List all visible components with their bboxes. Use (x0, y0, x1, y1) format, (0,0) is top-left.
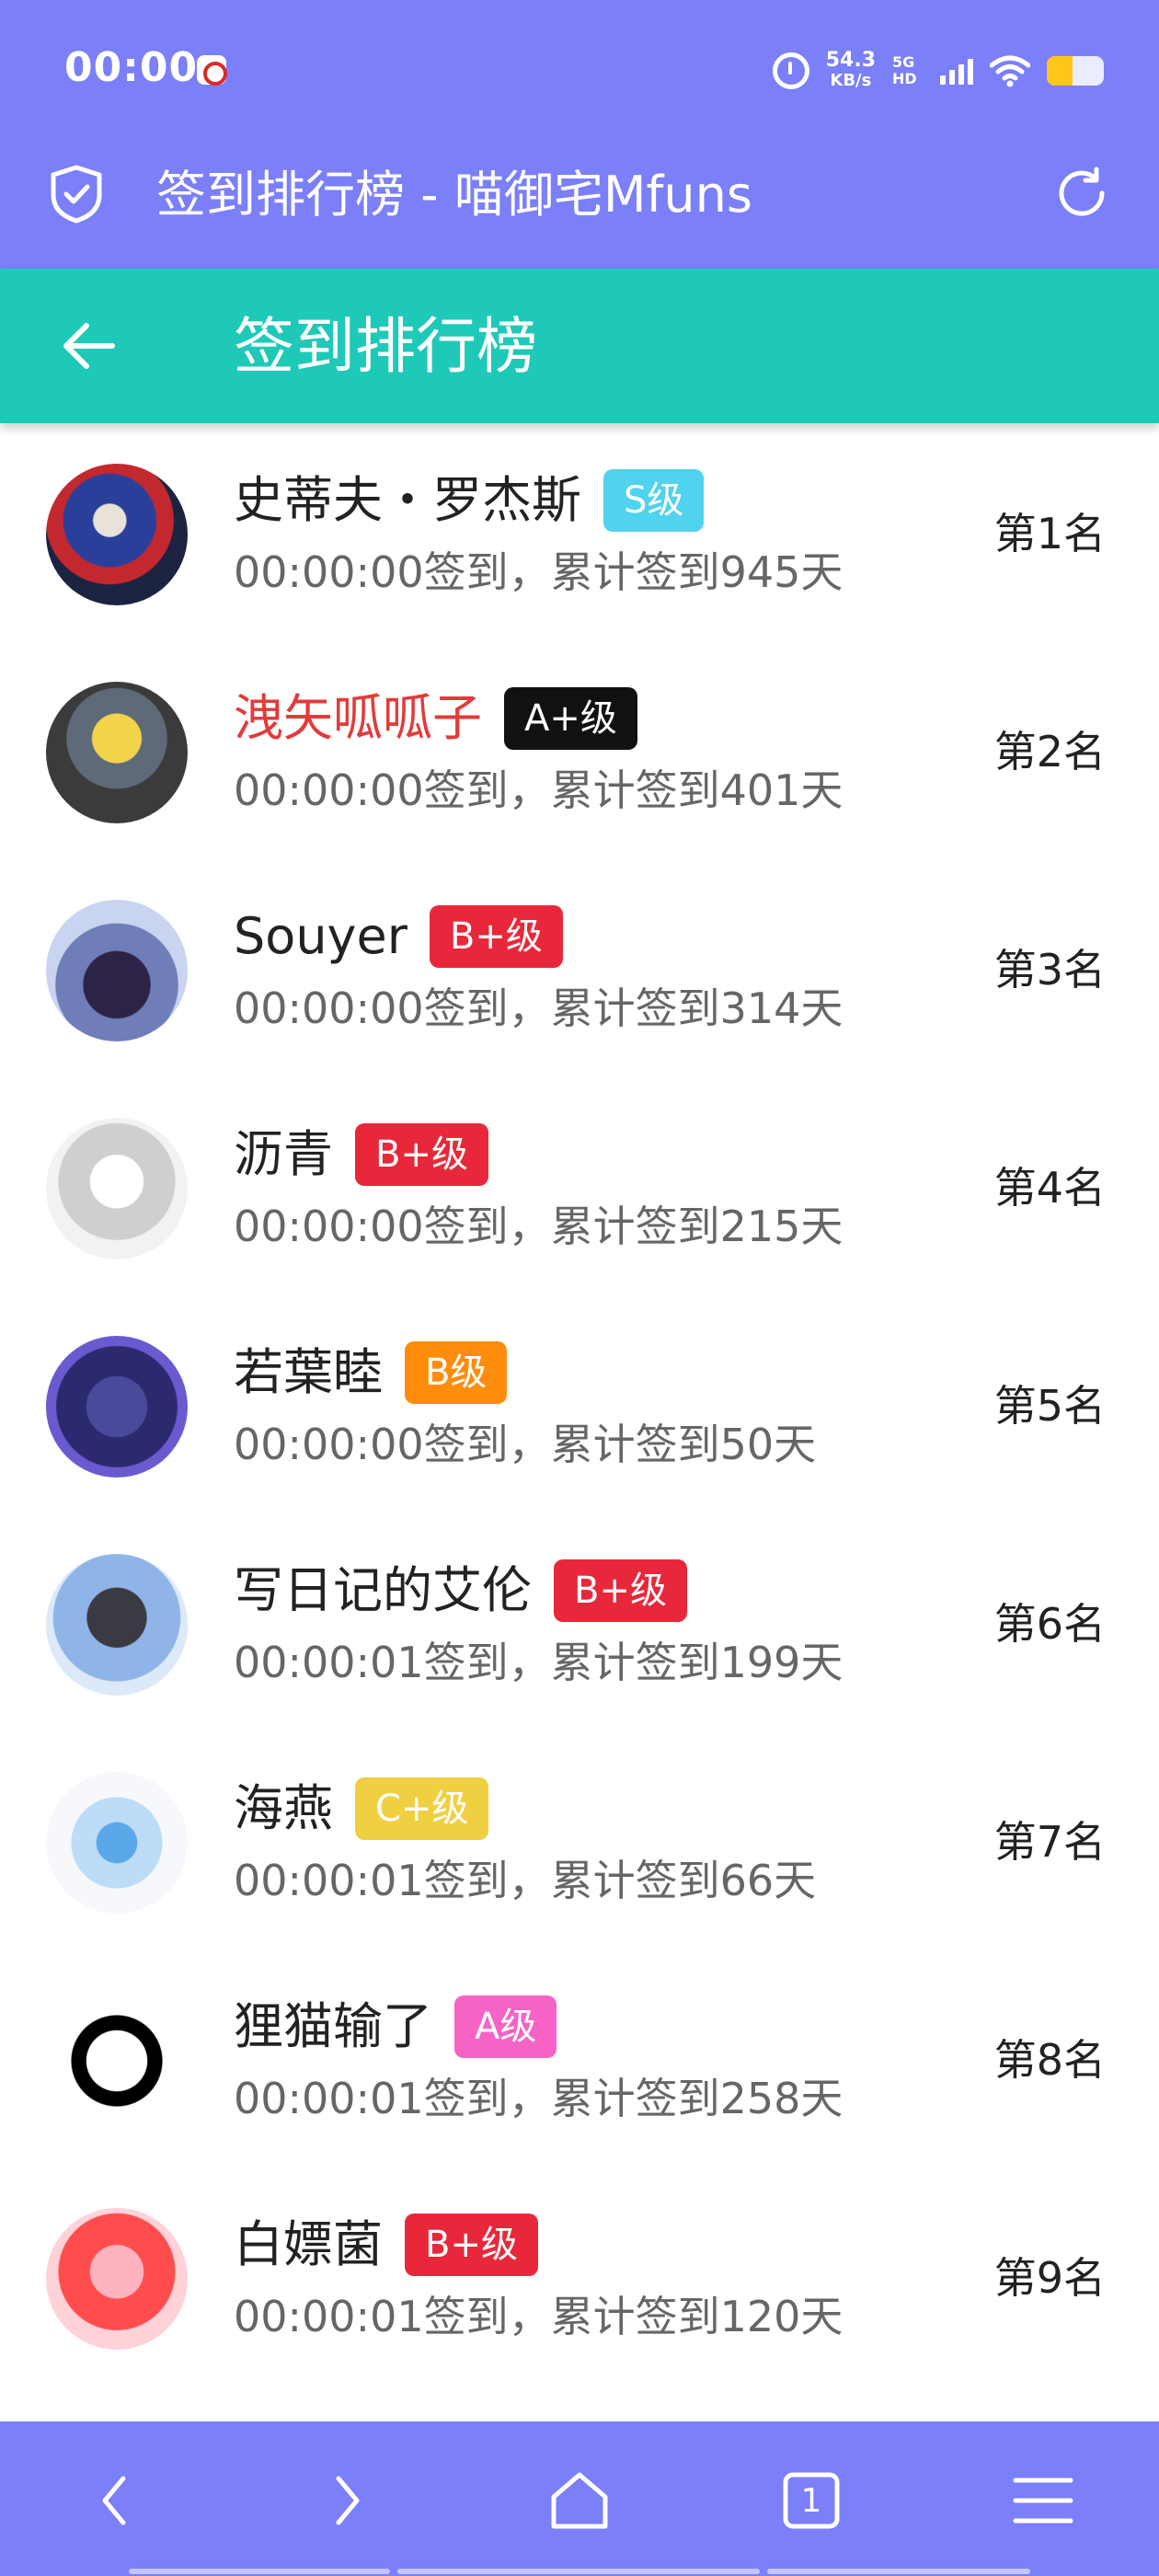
user-name-line: Souyer B+级 (234, 903, 563, 970)
rank-label: 第2名 (993, 727, 1106, 776)
user-name[interactable]: 白嫖菌 (234, 2215, 383, 2274)
forward-icon[interactable] (309, 2464, 383, 2537)
checkin-info: 00:00:00签到，累计签到401天 (234, 765, 843, 815)
checkin-info: 00:00:01签到，累计签到120天 (234, 2292, 843, 2341)
checkin-info: 00:00:00签到，累计签到50天 (234, 1420, 817, 1469)
level-badge: B+级 (429, 905, 563, 968)
home-icon[interactable] (543, 2464, 616, 2537)
bottom-navigation: 1 (0, 2421, 1159, 2576)
ranking-list: 史蒂夫・罗杰斯 S级 00:00:00签到，累计签到945天 第1名洩矢呱呱子 A+级 0… (0, 425, 1159, 2387)
checkin-info: 00:00:01签到，累计签到66天 (234, 1856, 817, 1905)
tabs-icon[interactable]: 1 (775, 2464, 848, 2537)
checkin-info: 00:00:00签到，累计签到314天 (234, 983, 843, 1033)
checkin-info: 00:00:00签到，累计签到945天 (234, 547, 843, 597)
user-name[interactable]: 狸猫输了 (234, 1997, 432, 2056)
ranking-row[interactable]: Souyer B+级 00:00:00签到，累计签到314天 第3名 (0, 861, 1159, 1079)
ranking-row[interactable]: 写日记的艾伦 B+级 00:00:01签到，累计签到199天 第6名 (0, 1515, 1159, 1733)
user-name[interactable]: 若葉睦 (234, 1343, 383, 1402)
rank-label: 第1名 (993, 509, 1106, 558)
network-speed: 54.3 KB/s (826, 51, 876, 91)
ranking-row[interactable]: 洩矢呱呱子 A+级 00:00:00签到，累计签到401天 第2名 (0, 643, 1159, 861)
ranking-row[interactable]: 若葉睦 B级 00:00:00签到，累计签到50天 第5名 (0, 1297, 1159, 1515)
level-badge: S级 (603, 469, 705, 532)
user-name[interactable]: 沥青 (234, 1125, 333, 1184)
ranking-row[interactable]: 狸猫输了 A级 00:00:01签到，累计签到258天 第8名 (0, 1951, 1159, 2169)
battery-level (1047, 56, 1073, 86)
user-name-line: 写日记的艾伦 B+级 (234, 1558, 687, 1624)
user-name-line: 若葉睦 B级 (234, 1340, 508, 1406)
rank-label: 第5名 (993, 1381, 1106, 1431)
signal-strength-icon (940, 57, 973, 85)
rank-label: 第3名 (993, 945, 1106, 995)
level-badge: B+级 (355, 1123, 488, 1186)
app-header: 签到排行榜 (0, 269, 1159, 423)
avatar[interactable] (46, 682, 188, 823)
user-name-line: 沥青 B+级 (234, 1121, 488, 1188)
user-name-line: 海燕 C+级 (234, 1776, 489, 1842)
status-indicators: 54.3 KB/s 5G HD (772, 48, 1104, 94)
user-name[interactable]: 洩矢呱呱子 (234, 689, 482, 748)
network-speed-unit: KB/s (830, 71, 872, 90)
user-name[interactable]: 写日记的艾伦 (234, 1561, 532, 1620)
ranking-row[interactable]: 史蒂夫・罗杰斯 S级 00:00:00签到，累计签到945天 第1名 (0, 425, 1159, 643)
avatar[interactable] (46, 1118, 188, 1259)
ranking-row[interactable]: 白嫖菌 B+级 00:00:01签到，累计签到120天 第9名 (0, 2169, 1159, 2387)
shield-check-icon[interactable] (48, 164, 105, 224)
avatar[interactable] (46, 1554, 188, 1696)
status-time: 00:00 (64, 44, 199, 91)
arrow-left-icon[interactable] (59, 315, 121, 377)
network-type: 5G HD (892, 53, 917, 87)
ranking-row[interactable]: 沥青 B+级 00:00:00签到，累计签到215天 第4名 (0, 1079, 1159, 1297)
avatar[interactable] (46, 1336, 188, 1478)
user-name[interactable]: Souyer (234, 907, 407, 966)
avatar[interactable] (46, 1772, 188, 1914)
gesture-indicator (0, 2567, 1159, 2576)
checkin-info: 00:00:00签到，累计签到215天 (234, 1202, 843, 1251)
rank-label: 第7名 (993, 1817, 1106, 1867)
avatar[interactable] (46, 464, 188, 605)
level-badge: A级 (454, 1995, 557, 2058)
alarm-icon (772, 52, 809, 89)
reload-icon[interactable] (1052, 164, 1111, 223)
avatar[interactable] (46, 1990, 188, 2132)
user-name-line: 狸猫输了 A级 (234, 1994, 557, 2060)
avatar[interactable] (46, 900, 188, 1041)
status-bar: 00:00 54.3 KB/s 5G HD (0, 0, 1159, 138)
user-name-line: 史蒂夫・罗杰斯 S级 (234, 467, 705, 534)
user-name[interactable]: 史蒂夫・罗杰斯 (234, 471, 581, 530)
user-name[interactable]: 海燕 (234, 1779, 333, 1838)
wifi-icon (989, 54, 1031, 87)
user-name-line: 白嫖菌 B+级 (234, 2212, 538, 2278)
browser-title-bar: 签到排行榜 - 喵御宅Mfuns (0, 138, 1159, 269)
page-title: 签到排行榜 (234, 311, 537, 382)
battery-icon (1047, 56, 1104, 86)
network-speed-value: 54.3 (825, 49, 876, 72)
rank-label: 第4名 (993, 1163, 1106, 1213)
tabs-count: 1 (800, 2481, 822, 2520)
avatar[interactable] (46, 2208, 188, 2350)
app-notification-icon (197, 55, 227, 86)
rank-label: 第6名 (993, 1599, 1106, 1649)
checkin-info: 00:00:01签到，累计签到258天 (234, 2074, 843, 2123)
menu-icon[interactable] (1006, 2464, 1080, 2537)
level-badge: C+级 (355, 1777, 489, 1840)
level-badge: B+级 (405, 2214, 538, 2276)
user-name-line: 洩矢呱呱子 A+级 (234, 685, 637, 752)
rank-label: 第9名 (993, 2253, 1106, 2303)
ranking-row[interactable]: 海燕 C+级 00:00:01签到，累计签到66天 第7名 (0, 1733, 1159, 1951)
level-badge: A+级 (504, 687, 637, 750)
level-badge: B级 (405, 1341, 508, 1404)
browser-page-title[interactable]: 签到排行榜 - 喵御宅Mfuns (156, 166, 752, 224)
back-icon[interactable] (79, 2464, 153, 2537)
rank-label: 第8名 (993, 2035, 1106, 2085)
checkin-info: 00:00:01签到，累计签到199天 (234, 1638, 843, 1687)
level-badge: B+级 (554, 1559, 687, 1622)
